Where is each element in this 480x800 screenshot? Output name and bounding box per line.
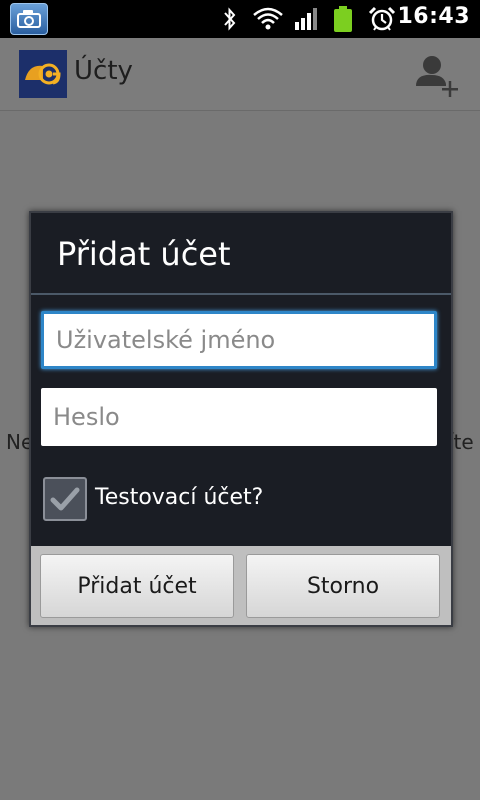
checkmark-icon bbox=[50, 487, 80, 511]
clock: 16:43 bbox=[397, 4, 470, 29]
test-account-checkbox[interactable] bbox=[43, 477, 87, 521]
bluetooth-icon bbox=[224, 7, 236, 31]
dialog-title: Přidat účet bbox=[57, 235, 231, 273]
wifi-icon bbox=[253, 7, 283, 30]
cancel-button[interactable]: Storno bbox=[246, 554, 440, 618]
dialog-button-bar: Přidat účet Storno bbox=[31, 546, 451, 625]
mail-at-icon bbox=[19, 50, 67, 98]
test-account-label[interactable]: Testovací účet? bbox=[95, 485, 263, 510]
username-input[interactable] bbox=[41, 311, 437, 369]
add-account-button[interactable]: Přidat účet bbox=[40, 554, 234, 618]
dialog-divider bbox=[31, 293, 451, 295]
page-title: Účty bbox=[74, 56, 133, 86]
signal-icon bbox=[295, 8, 317, 30]
add-account-dialog: Přidat účet Testovací účet? Přidat účet … bbox=[29, 211, 453, 627]
add-person-icon[interactable] bbox=[414, 52, 460, 98]
alarm-icon bbox=[368, 6, 396, 31]
status-bar: 16:43 bbox=[0, 0, 480, 38]
password-input[interactable] bbox=[41, 388, 437, 446]
action-bar: Účty bbox=[0, 38, 480, 111]
battery-icon bbox=[334, 6, 352, 32]
camera-notification-icon[interactable] bbox=[10, 3, 48, 35]
